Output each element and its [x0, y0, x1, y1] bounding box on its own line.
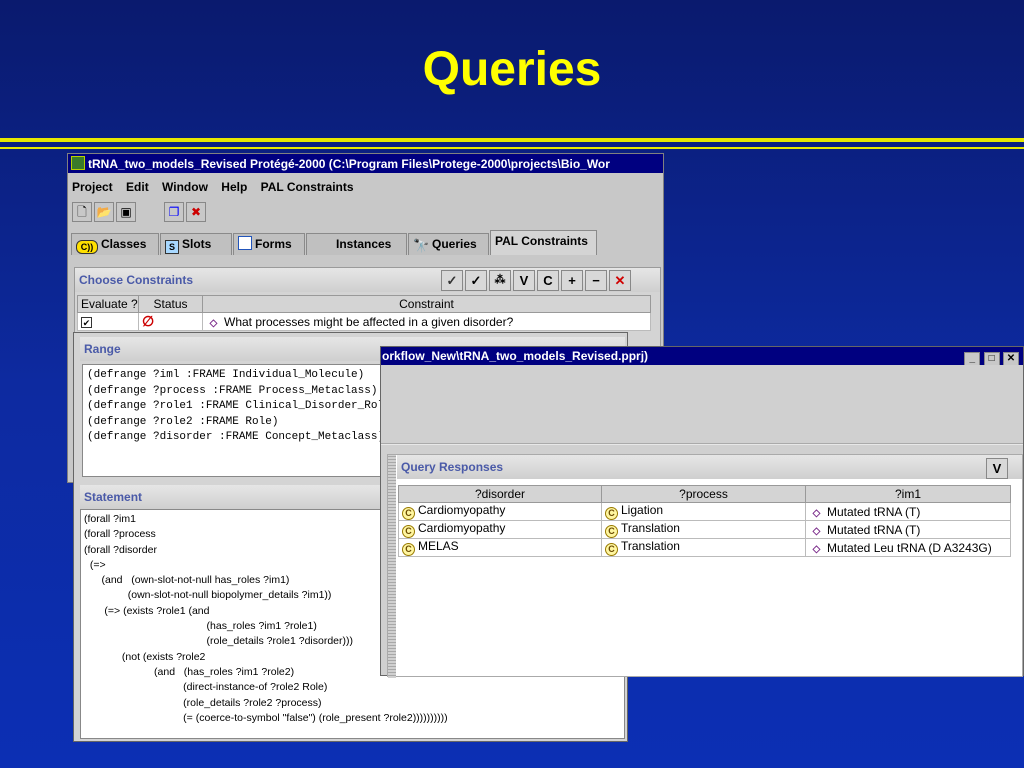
- class-icon: C: [402, 507, 415, 520]
- delete-icon[interactable]: ✖: [186, 202, 206, 222]
- tab-slots[interactable]: S Slots: [160, 233, 232, 255]
- tab-bar: C)) Classes S Slots Forms Instances 🔭 Queri…: [70, 230, 663, 256]
- col-evaluate[interactable]: Evaluate ?: [77, 295, 139, 313]
- instance-icon: ◇: [812, 525, 821, 537]
- col-process[interactable]: ?process: [601, 485, 806, 503]
- col-im1[interactable]: ?im1: [805, 485, 1011, 503]
- query-responses-panel: Query Responses V ?disorder ?process ?im…: [387, 454, 1023, 678]
- query-window-title: orkflow_New\tRNA_two_models_Revised.pprj…: [382, 349, 649, 363]
- open-folder-icon[interactable]: 📂: [94, 202, 114, 222]
- menu-project[interactable]: Project: [72, 180, 113, 194]
- scroll-gutter[interactable]: [388, 455, 396, 678]
- view-response-button[interactable]: V: [986, 458, 1008, 479]
- slots-icon: S: [165, 240, 179, 254]
- class-icon: C: [402, 543, 415, 556]
- delete-constraint-button[interactable]: ✕: [609, 270, 631, 291]
- instance-icon: ◇: [812, 543, 821, 555]
- responses-header-row: ?disorder ?process ?im1: [398, 485, 1011, 503]
- tab-instances[interactable]: Instances: [306, 233, 407, 255]
- maximize-icon[interactable]: □: [983, 352, 1000, 365]
- constraints-header-row: Evaluate ? Status Constraint: [77, 295, 651, 313]
- query-window-titlebar[interactable]: orkflow_New\tRNA_two_models_Revised.pprj…: [381, 347, 1023, 365]
- create-button[interactable]: C: [537, 270, 559, 291]
- menu-help[interactable]: Help: [221, 180, 247, 194]
- title-rule-thin: [0, 147, 1024, 149]
- instance-icon: ◇: [812, 507, 821, 519]
- main-window-titlebar[interactable]: tRNA_two_models_Revised Protégé-2000 (C:…: [68, 154, 663, 173]
- col-constraint[interactable]: Constraint: [202, 295, 651, 313]
- menu-bar: Project Edit Window Help PAL Constraints: [68, 176, 663, 198]
- new-file-icon[interactable]: 🗋: [72, 202, 92, 222]
- binoculars-icon: 🔭: [413, 238, 430, 253]
- class-icon: C: [402, 525, 415, 538]
- constraint-cell[interactable]: ◇ What processes might be affected in a g…: [202, 312, 651, 331]
- col-status[interactable]: Status: [138, 295, 203, 313]
- no-entry-icon: ∅: [142, 313, 155, 330]
- window-controls: _ □ ✕: [964, 348, 1019, 365]
- title-rule-thick: [0, 138, 1024, 142]
- table-row[interactable]: ✔ ∅ ◇ What processes might be affected in…: [77, 312, 651, 331]
- col-disorder[interactable]: ?disorder: [398, 485, 602, 503]
- protege-app-icon: [71, 156, 85, 170]
- query-responses-window: orkflow_New\tRNA_two_models_Revised.pprj…: [380, 346, 1024, 678]
- tab-pal-constraints[interactable]: PAL Constraints: [490, 230, 597, 255]
- close-icon[interactable]: ✕: [1003, 352, 1019, 365]
- query-responses-header: Query Responses: [397, 455, 1022, 479]
- table-row[interactable]: C Cardiomyopathy C Ligation ◇ Mutated tRNA …: [398, 502, 1011, 521]
- menu-pal-constraints[interactable]: PAL Constraints: [261, 180, 354, 194]
- instance-icon: ◇: [209, 317, 218, 329]
- cascade-windows-icon[interactable]: ❐: [164, 202, 184, 222]
- table-row[interactable]: C Cardiomyopathy C Translation ◇ Mutated tR…: [398, 520, 1011, 539]
- forms-icon: [238, 236, 252, 250]
- constraints-table: Evaluate ? Status Constraint ✔ ∅ ◇ What p…: [77, 295, 651, 331]
- status-cell: ∅: [138, 312, 203, 331]
- table-row[interactable]: C MELAS C Translation ◇ Mutated Leu tRNA (D…: [398, 538, 1011, 557]
- evaluate-checkbox[interactable]: ✔: [77, 312, 139, 331]
- tab-forms[interactable]: Forms: [233, 233, 305, 255]
- view-button[interactable]: V: [513, 270, 535, 291]
- menu-window[interactable]: Window: [162, 180, 208, 194]
- class-icon: C: [605, 525, 618, 538]
- remove-button[interactable]: −: [585, 270, 607, 291]
- tab-queries[interactable]: 🔭 Queries: [408, 233, 489, 255]
- evaluate-button[interactable]: ✓: [465, 270, 487, 291]
- tab-classes[interactable]: C)) Classes: [71, 233, 159, 255]
- query-window-separator: [381, 443, 1023, 445]
- class-icon: C: [605, 507, 618, 520]
- classes-icon: C)): [76, 240, 98, 254]
- evaluate-all-button[interactable]: ✓: [441, 270, 463, 291]
- slide-title: Queries: [422, 43, 602, 96]
- responses-table: ?disorder ?process ?im1 C Cardiomyopathy …: [398, 485, 1011, 557]
- minimize-icon[interactable]: _: [964, 352, 981, 365]
- class-icon: C: [605, 543, 618, 556]
- evaluate-selection-button[interactable]: ⁂: [489, 270, 511, 291]
- save-icon[interactable]: ▣: [116, 202, 136, 222]
- instances-icon: [311, 236, 333, 250]
- add-button[interactable]: +: [561, 270, 583, 291]
- menu-edit[interactable]: Edit: [126, 180, 149, 194]
- main-window-title: tRNA_two_models_Revised Protégé-2000 (C:…: [88, 157, 610, 171]
